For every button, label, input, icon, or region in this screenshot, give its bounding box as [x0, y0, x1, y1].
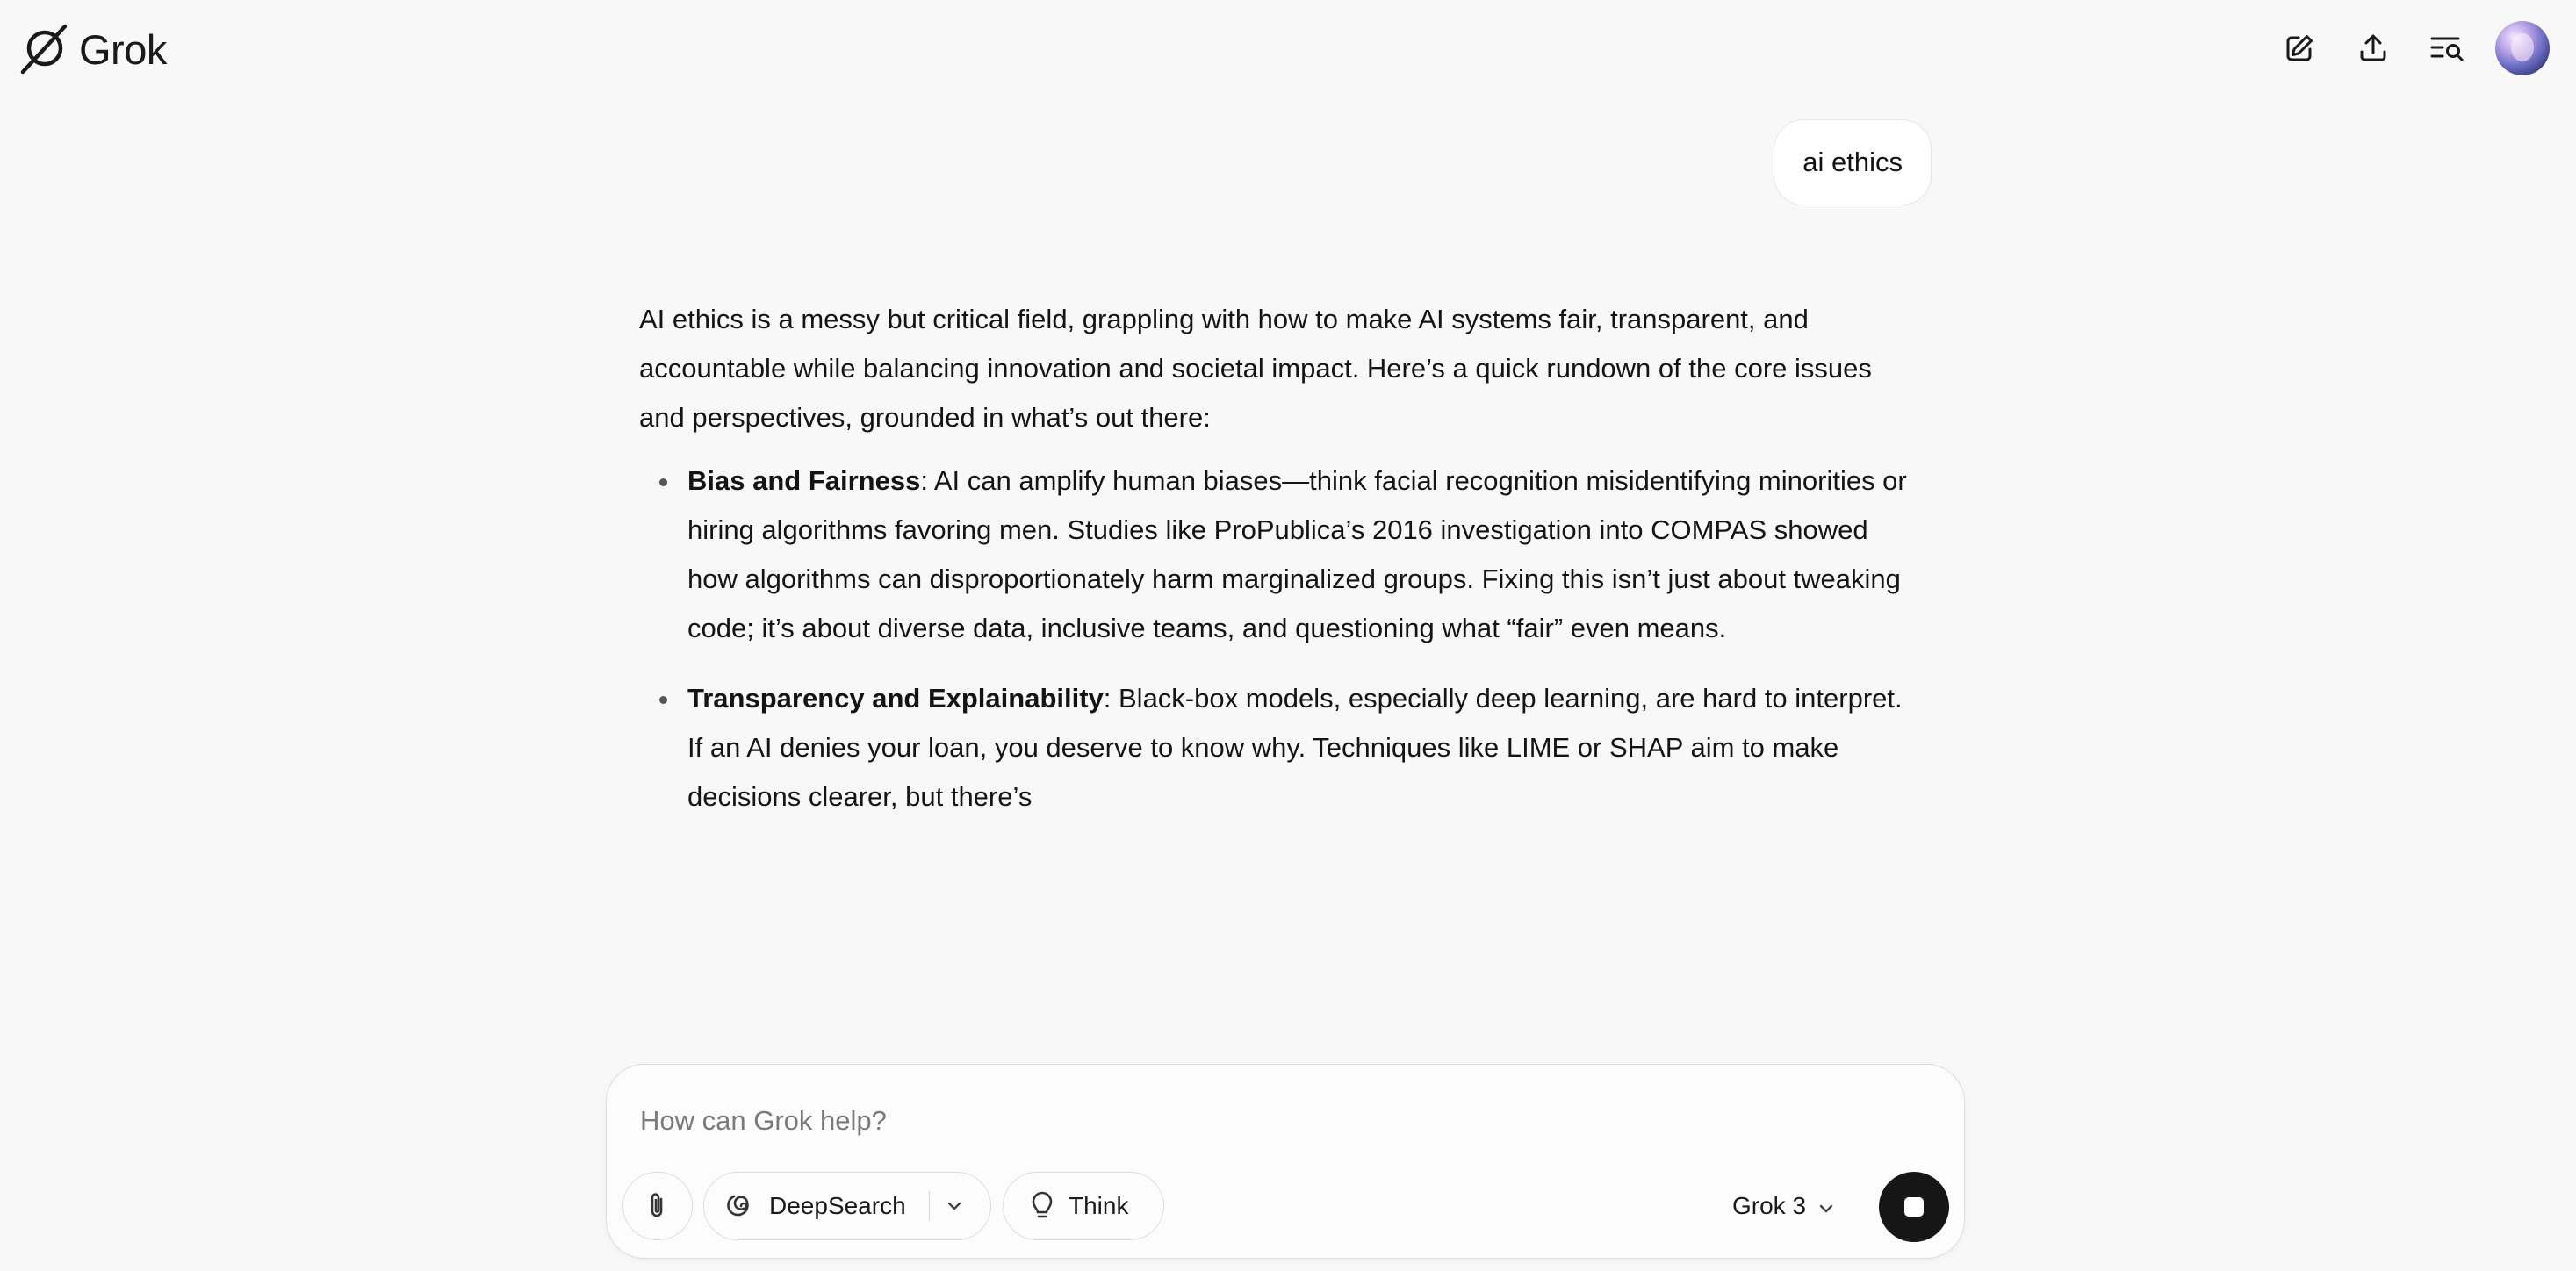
answer-bullet: Bias and Fairness: AI can amplify human …: [659, 456, 1921, 653]
grok-logo[interactable]: Grok: [18, 21, 167, 77]
think-button[interactable]: Think: [1003, 1172, 1164, 1240]
search-history-icon: [2429, 32, 2464, 64]
lightbulb-icon: [1030, 1191, 1054, 1221]
new-chat-icon: [2284, 32, 2315, 64]
chevron-down-icon: [946, 1201, 962, 1211]
stop-icon: [1904, 1197, 1924, 1217]
deepsearch-options-button[interactable]: [930, 1173, 979, 1239]
paperclip-icon: [644, 1191, 671, 1221]
share-button[interactable]: [2353, 28, 2393, 68]
grok-logo-icon: [18, 23, 70, 75]
deepsearch-toggle[interactable]: DeepSearch: [727, 1173, 906, 1239]
user-avatar[interactable]: [2495, 21, 2550, 75]
top-actions: [2279, 19, 2550, 77]
deepsearch-icon: [727, 1192, 755, 1220]
share-upload-icon: [2357, 32, 2389, 64]
user-message-bubble: ai ethics: [1774, 119, 1932, 205]
logo-text: Grok: [79, 25, 167, 73]
answer-intro: AI ethics is a messy but critical field,…: [639, 304, 1872, 433]
bullet-title: Transparency and Explainability: [687, 683, 1104, 714]
answer-bullet-list: Bias and Fairness: AI can amplify human …: [639, 456, 1921, 822]
answer-bullet: Transparency and Explainability: Black-b…: [659, 674, 1921, 822]
new-chat-button[interactable]: [2279, 28, 2320, 68]
chevron-down-icon: [1818, 1192, 1834, 1220]
model-label: Grok 3: [1732, 1192, 1807, 1219]
assistant-answer: AI ethics is a messy but critical field,…: [639, 295, 1921, 843]
stop-generation-button[interactable]: [1879, 1172, 1949, 1242]
deepsearch-button[interactable]: DeepSearch: [703, 1172, 991, 1240]
history-search-button[interactable]: [2427, 28, 2467, 68]
think-label: Think: [1069, 1192, 1129, 1219]
prompt-input[interactable]: [638, 1098, 1871, 1144]
bullet-title: Bias and Fairness: [687, 465, 921, 496]
model-selector[interactable]: Grok 3: [1732, 1172, 1834, 1240]
deepsearch-label: DeepSearch: [769, 1192, 906, 1219]
message-composer: DeepSearch Think Grok 3: [606, 1064, 1965, 1259]
attach-button[interactable]: [622, 1172, 693, 1240]
